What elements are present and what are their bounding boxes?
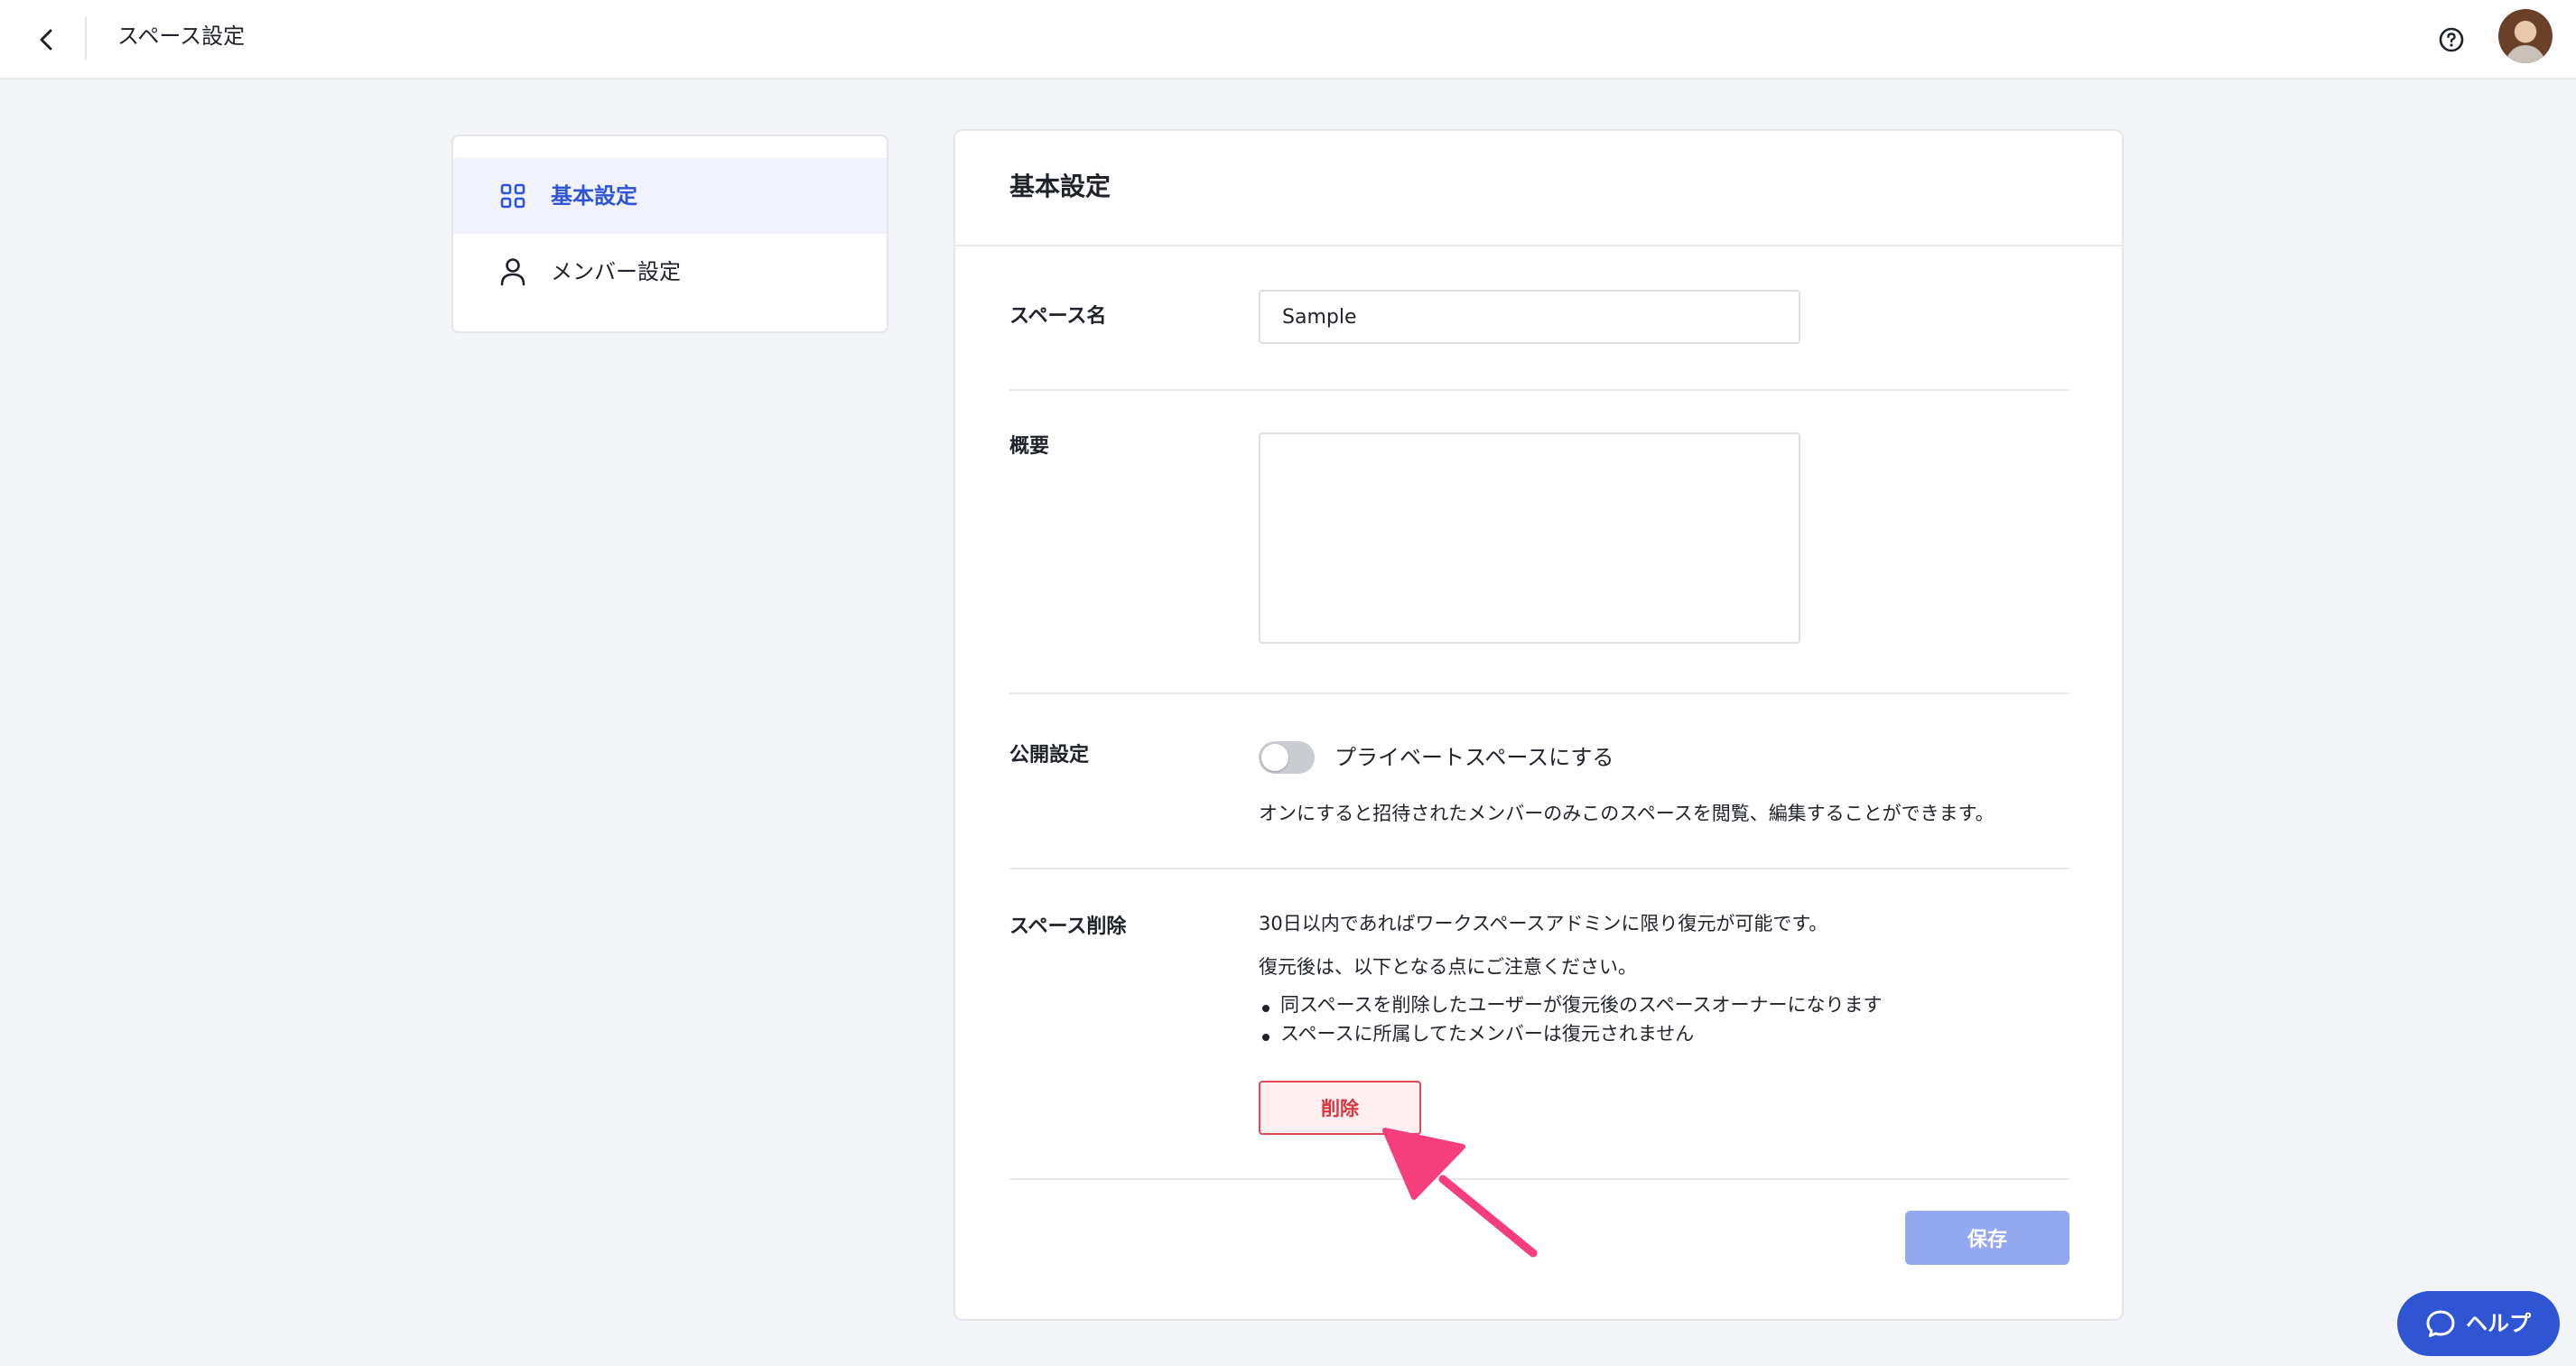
card-header: 基本設定 [955, 131, 2122, 246]
question-circle-icon [2439, 27, 2464, 52]
overview-label: 概要 [1009, 435, 1050, 458]
help-chat-button[interactable]: ヘルプ [2397, 1291, 2560, 1356]
overview-textarea[interactable] [1259, 432, 1800, 644]
annotation-arrow-icon [1382, 1128, 1538, 1258]
user-avatar[interactable] [2498, 9, 2553, 63]
avatar-shoulder [2506, 45, 2545, 63]
top-bar: スペース設定 [0, 0, 2576, 79]
deletion-bullet-item: 同スペースを削除したユーザーが復元後のスペースオーナーになります [1280, 994, 1883, 1016]
divider [1009, 389, 2069, 391]
header-divider [85, 16, 87, 60]
visibility-label: 公開設定 [1009, 744, 1090, 767]
card-title: 基本設定 [1009, 172, 1111, 201]
settings-sidebar: 基本設定 メンバー設定 [451, 135, 888, 333]
space-deletion-label: スペース削除 [1009, 915, 1127, 938]
private-space-toggle-label: プライベートスペースにする [1334, 745, 1614, 770]
save-button[interactable]: 保存 [1905, 1211, 2069, 1265]
sidebar-item-label: 基本設定 [551, 183, 637, 209]
deletion-restore-note: 30日以内であればワークスペースアドミンに限り復元が可能です。 [1259, 913, 1828, 934]
divider [1009, 868, 2069, 869]
page-title: スペース設定 [117, 23, 246, 49]
chat-bubble-icon [2426, 1310, 2455, 1337]
help-button[interactable] [2432, 20, 2471, 60]
space-name-input[interactable] [1259, 290, 1800, 344]
deletion-bullet-item: スペースに所属してたメンバーは復元されません [1280, 1023, 1695, 1045]
sidebar-item-basic-settings[interactable]: 基本設定 [453, 158, 887, 234]
toggle-knob [1261, 744, 1288, 771]
sidebar-item-member-settings[interactable]: メンバー設定 [453, 234, 887, 310]
space-name-label: スペース名 [1009, 305, 1107, 328]
chevron-left-icon [40, 29, 52, 51]
divider [1009, 692, 2069, 694]
private-space-toggle[interactable] [1259, 741, 1315, 774]
deletion-caution-note: 復元後は、以下となる点にご注意ください。 [1259, 956, 1637, 978]
grid-icon [500, 183, 525, 209]
bullet-dot [1262, 1034, 1269, 1041]
help-label: ヘルプ [2466, 1311, 2531, 1336]
person-icon [500, 258, 525, 286]
sidebar-item-label: メンバー設定 [551, 259, 681, 284]
visibility-description: オンにすると招待されたメンバーのみこのスペースを閲覧、編集することができます。 [1259, 803, 1995, 824]
back-button[interactable] [27, 20, 67, 60]
bullet-dot [1262, 1005, 1269, 1012]
